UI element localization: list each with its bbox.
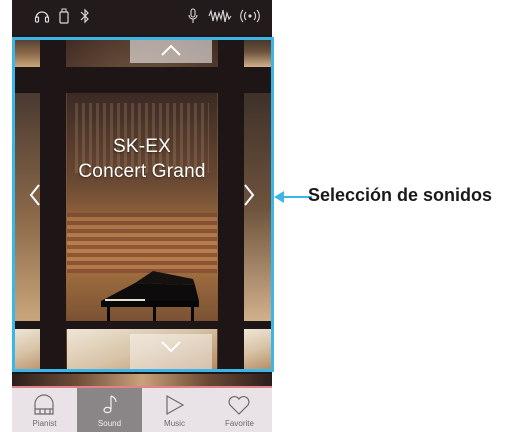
wireless-icon (239, 8, 261, 26)
tab-pianist[interactable]: Pianist (12, 388, 77, 432)
usb-icon (58, 8, 70, 26)
mic-icon (188, 8, 198, 26)
bluetooth-icon (80, 8, 90, 26)
music-note-icon (103, 395, 117, 414)
tab-bar: Pianist Sound Music Favorite (12, 386, 272, 432)
waveform-icon (208, 8, 232, 26)
headphones-icon (34, 8, 50, 26)
tab-label: Pianist (32, 419, 57, 428)
tab-label: Favorite (225, 419, 254, 428)
tab-label: Music (164, 419, 185, 428)
tab-favorite[interactable]: Favorite (207, 388, 272, 432)
status-bar (12, 0, 272, 34)
sound-selection-highlight (12, 37, 274, 372)
play-icon (166, 394, 185, 416)
callout-label: Selección de sonidos (308, 185, 493, 205)
heart-icon (228, 396, 250, 415)
tab-sound[interactable]: Sound (77, 388, 142, 432)
tab-label: Sound (97, 419, 122, 428)
tab-music[interactable]: Music (142, 388, 207, 432)
piano-icon (34, 394, 54, 415)
